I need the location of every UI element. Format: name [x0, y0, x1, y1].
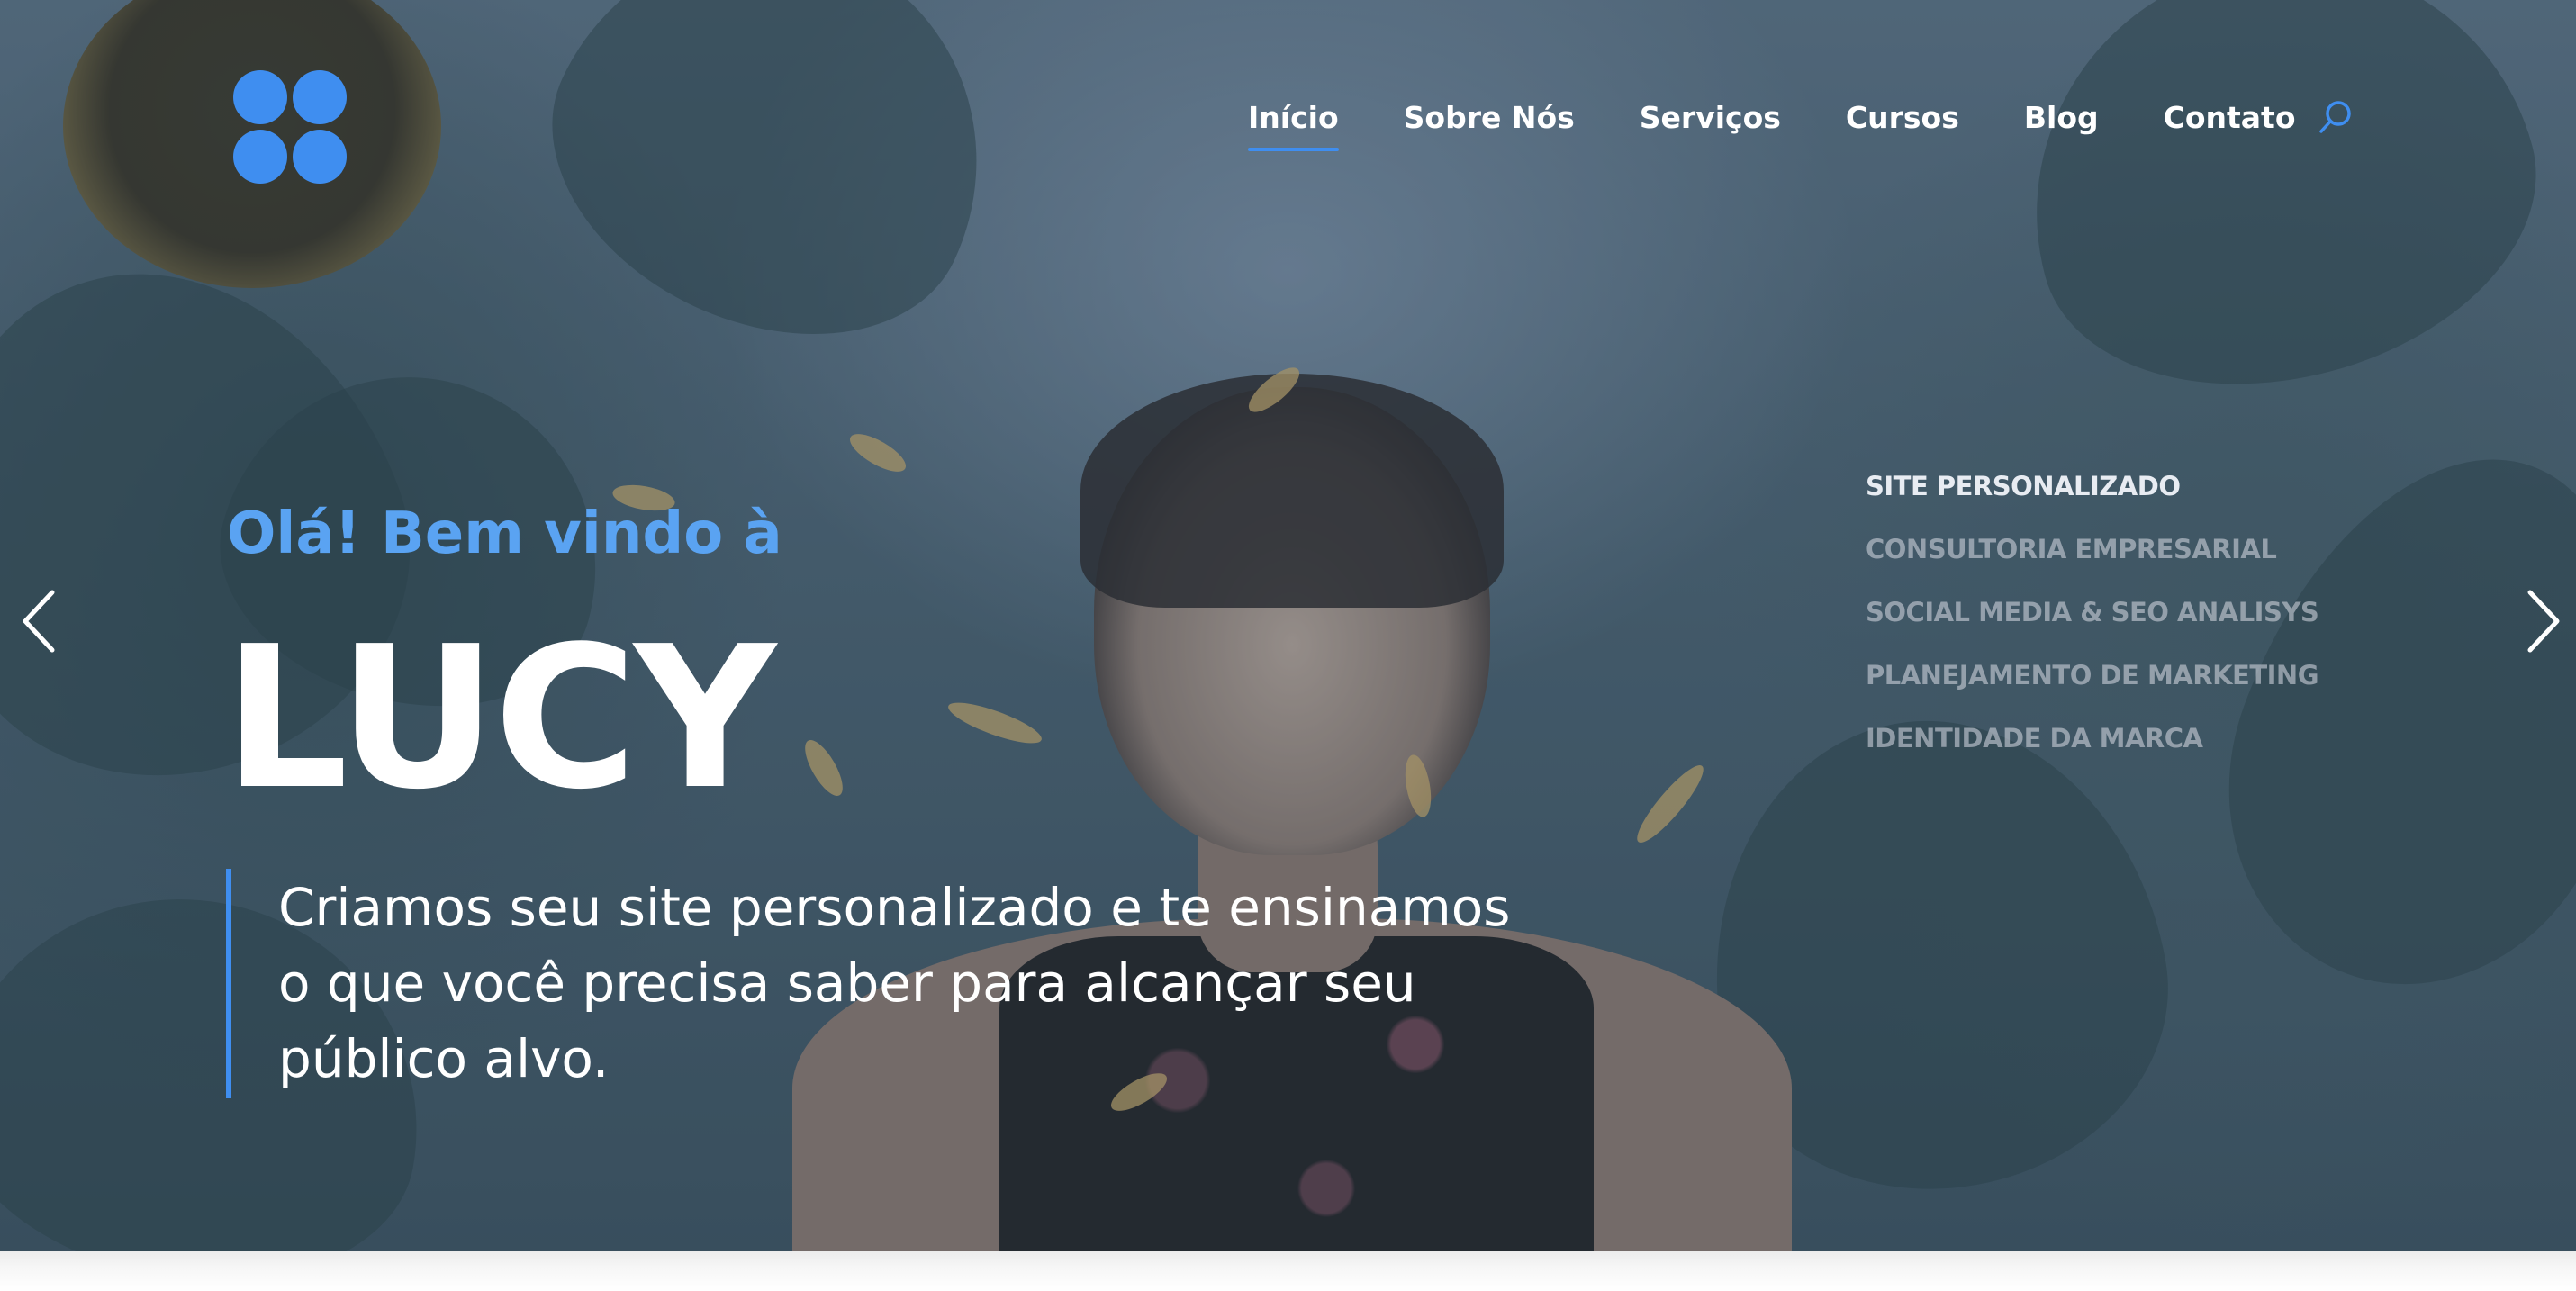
nav-item-blog[interactable]: Blog	[2024, 100, 2099, 135]
hero-tagline: Criamos seu site personalizado e te ensi…	[278, 870, 1629, 1097]
site-logo[interactable]	[233, 70, 350, 187]
page-section-divider	[0, 1251, 2576, 1291]
chevron-right-icon[interactable]	[2519, 585, 2564, 657]
nav-item-contato[interactable]: Contato	[2164, 100, 2296, 135]
search-icon[interactable]	[2316, 97, 2355, 137]
logo-circle	[293, 70, 347, 124]
main-nav: Início Sobre Nós Serviços Cursos Blog Co…	[1248, 94, 2361, 151]
tagline-line: Criamos seu site personalizado e te ensi…	[278, 877, 1511, 938]
nav-item-servicos[interactable]: Serviços	[1640, 100, 1781, 135]
tagline-line: o que você precisa saber para alcançar s…	[278, 952, 1416, 1014]
nav-item-cursos[interactable]: Cursos	[1846, 100, 1959, 135]
hero-title: LUCY	[223, 605, 776, 833]
service-social-media-seo[interactable]: SOCIAL MEDIA & SEO ANALISYS	[1866, 592, 2319, 655]
logo-circle	[233, 130, 287, 184]
logo-circle	[233, 70, 287, 124]
service-consultoria-empresarial[interactable]: CONSULTORIA EMPRESARIAL	[1866, 529, 2318, 592]
tagline-accent-bar	[226, 869, 231, 1098]
chevron-left-icon[interactable]	[18, 585, 63, 657]
services-list: SITE PERSONALIZADO CONSULTORIA EMPRESARI…	[1866, 466, 2319, 781]
hero-slider: Início Sobre Nós Serviços Cursos Blog Co…	[0, 0, 2576, 1251]
tagline-line: público alvo.	[278, 1028, 610, 1089]
logo-circle	[293, 130, 347, 184]
nav-item-sobre-nos[interactable]: Sobre Nós	[1404, 100, 1575, 135]
nav-item-inicio[interactable]: Início	[1248, 100, 1339, 151]
service-identidade-marca[interactable]: IDENTIDADE DA MARCA	[1866, 718, 2318, 781]
service-site-personalizado[interactable]: SITE PERSONALIZADO	[1866, 466, 2318, 529]
hero-greeting: Olá! Bem vindo à	[227, 501, 782, 567]
service-planejamento-marketing[interactable]: PLANEJAMENTO DE MARKETING	[1866, 655, 2319, 718]
